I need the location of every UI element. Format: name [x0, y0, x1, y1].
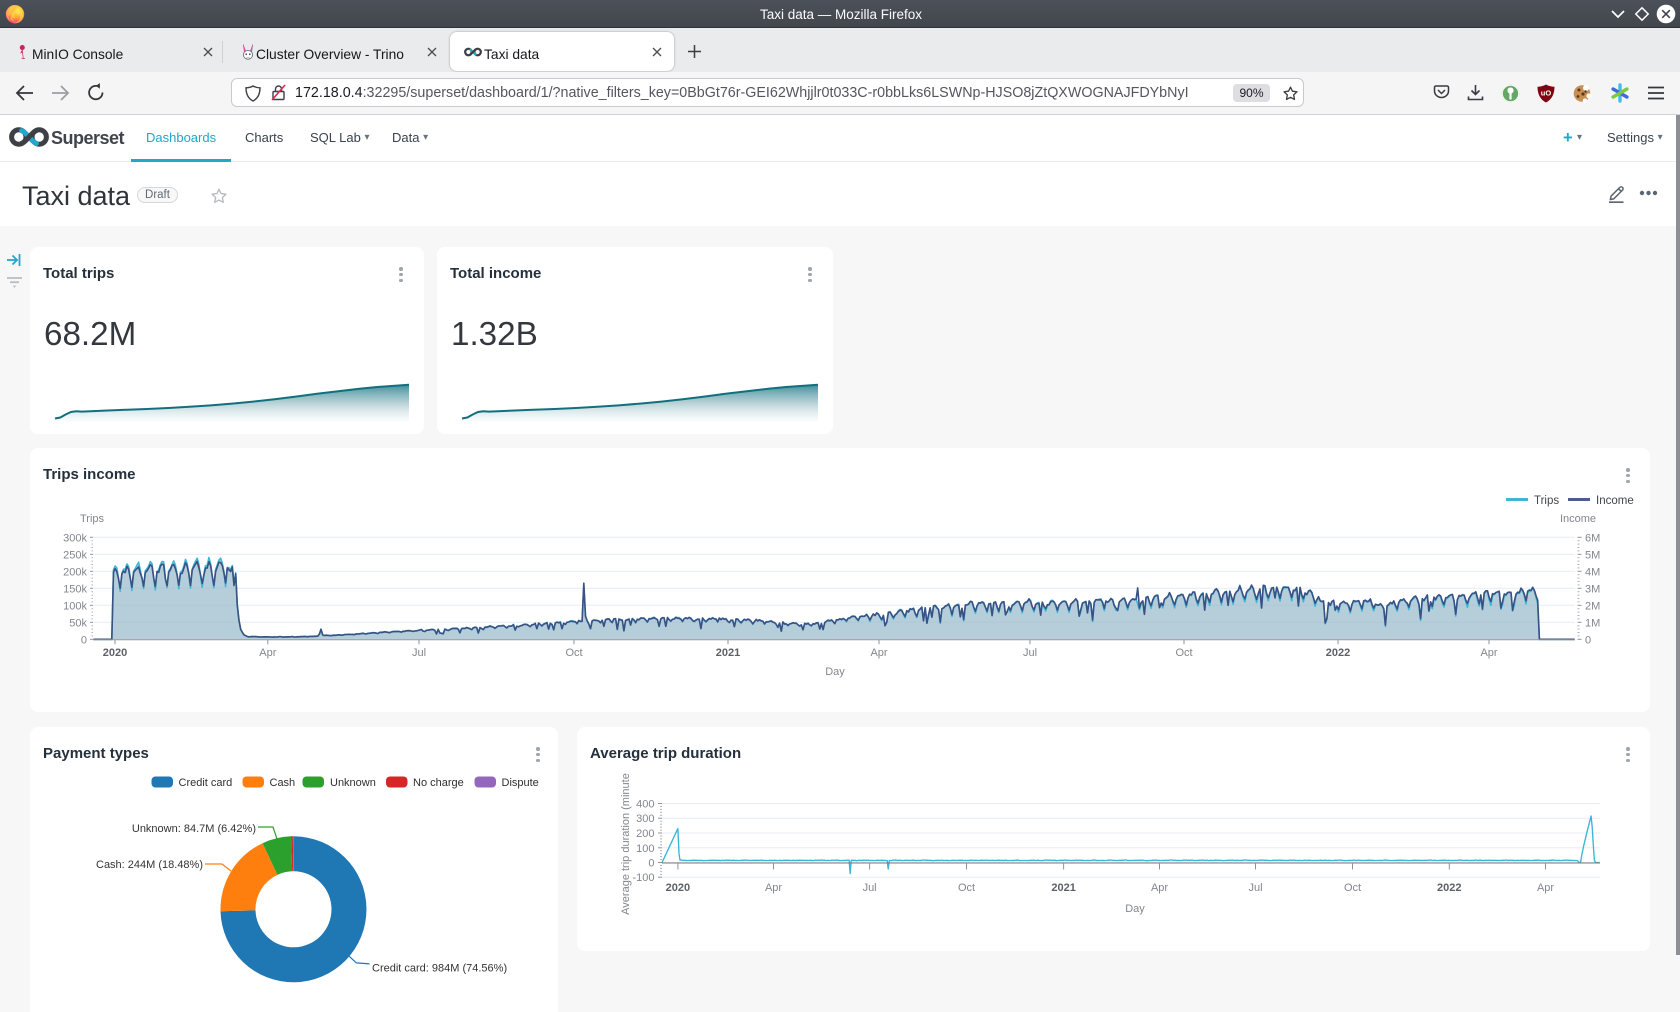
svg-text:Jul: Jul: [412, 647, 426, 659]
svg-text:Credit card: Credit card: [179, 777, 233, 789]
svg-text:Oct: Oct: [1175, 647, 1192, 659]
svg-text:Unknown: Unknown: [330, 777, 376, 789]
svg-text:200k: 200k: [63, 566, 87, 578]
svg-text:2M: 2M: [1585, 600, 1600, 612]
svg-text:6M: 6M: [1585, 532, 1600, 544]
svg-text:2020: 2020: [103, 647, 127, 659]
svg-text:Oct: Oct: [1344, 882, 1361, 894]
svg-text:Trips: Trips: [1534, 495, 1559, 507]
svg-text:0: 0: [648, 858, 654, 870]
svg-text:Trips: Trips: [80, 513, 105, 525]
svg-text:2021: 2021: [716, 647, 740, 659]
svg-text:4M: 4M: [1585, 566, 1600, 578]
svg-text:Jul: Jul: [1023, 647, 1037, 659]
svg-text:Apr: Apr: [1480, 647, 1497, 659]
svg-text:0: 0: [1585, 634, 1591, 646]
svg-text:Cash: 244M (18.48%): Cash: 244M (18.48%): [96, 859, 203, 871]
svg-text:Dispute: Dispute: [502, 777, 539, 789]
svg-text:300: 300: [636, 813, 654, 825]
svg-text:Credit card: 984M (74.56%): Credit card: 984M (74.56%): [372, 963, 507, 975]
svg-text:Unknown: 84.7M (6.42%): Unknown: 84.7M (6.42%): [132, 823, 256, 835]
svg-text:No charge: No charge: [413, 777, 464, 789]
svg-text:Apr: Apr: [259, 647, 276, 659]
svg-text:Day: Day: [825, 666, 845, 678]
svg-text:Oct: Oct: [565, 647, 582, 659]
svg-text:Apr: Apr: [1537, 882, 1554, 894]
svg-text:Apr: Apr: [1151, 882, 1168, 894]
svg-text:2022: 2022: [1437, 882, 1461, 894]
svg-text:Oct: Oct: [958, 882, 975, 894]
svg-text:300k: 300k: [63, 532, 87, 544]
svg-text:3M: 3M: [1585, 583, 1600, 595]
svg-text:-100: -100: [632, 872, 654, 884]
svg-text:Income: Income: [1596, 495, 1634, 507]
svg-text:1M: 1M: [1585, 617, 1600, 629]
svg-text:200: 200: [636, 828, 654, 840]
svg-text:Cash: Cash: [270, 777, 296, 789]
svg-text:100k: 100k: [63, 600, 87, 612]
svg-text:2020: 2020: [666, 882, 690, 894]
svg-text:150k: 150k: [63, 583, 87, 595]
svg-text:Day: Day: [1125, 903, 1145, 915]
svg-text:Apr: Apr: [765, 882, 782, 894]
svg-text:Jul: Jul: [863, 882, 877, 894]
svg-text:Apr: Apr: [870, 647, 887, 659]
svg-text:Income: Income: [1560, 513, 1596, 525]
svg-text:2021: 2021: [1051, 882, 1075, 894]
svg-text:Jul: Jul: [1248, 882, 1262, 894]
svg-text:uO: uO: [1541, 89, 1552, 98]
svg-text:2022: 2022: [1326, 647, 1350, 659]
svg-text:250k: 250k: [63, 549, 87, 561]
svg-text:Average trip duration (minute: Average trip duration (minute: [620, 773, 632, 915]
svg-text:100: 100: [636, 843, 654, 855]
svg-text:400: 400: [636, 799, 654, 811]
svg-text:50k: 50k: [69, 617, 87, 629]
svg-text:0: 0: [81, 634, 87, 646]
svg-text:5M: 5M: [1585, 549, 1600, 561]
